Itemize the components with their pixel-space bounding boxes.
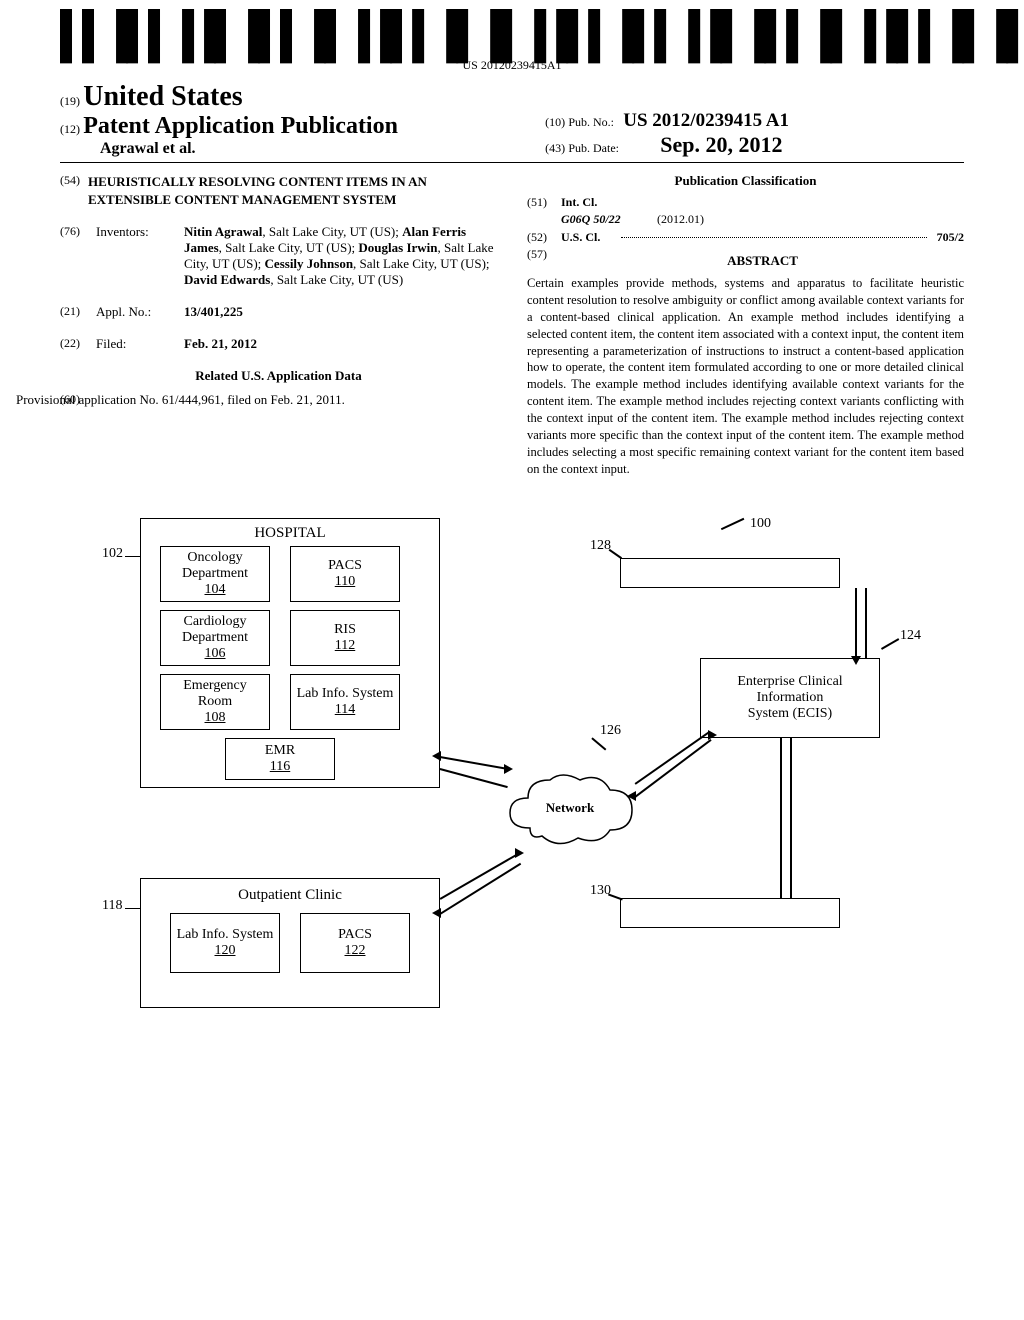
diagram: HOSPITAL Oncology Department 104 PACS 11…	[60, 508, 964, 1058]
er-box: Emergency Room 108	[160, 674, 270, 730]
lab2-label: Lab Info. System	[177, 927, 274, 943]
barcode-graphic: ▌▌▐▌▌▐▐▌▐▌▌▐▌▐▐▌▌▐▌▐▌▐▐▌▌▐▌▌▐▐▌▐▌▌▐▌▐▐▌▌…	[60, 16, 1024, 59]
ris-num: 112	[335, 638, 355, 654]
inventors-value: Nitin Agrawal, Salt Lake City, UT (US); …	[184, 224, 497, 288]
applno-value: 13/401,225	[184, 304, 497, 320]
ris-box: RIS 112	[290, 610, 400, 666]
inventors-num: (76)	[60, 224, 88, 288]
oncology-box: Oncology Department 104	[160, 546, 270, 602]
network-label: Network	[500, 800, 640, 816]
uscls-label: U.S. Cl.	[561, 230, 611, 245]
emr-label: EMR	[265, 743, 295, 759]
ecis-line3: System (ECIS)	[748, 706, 832, 722]
abstract-heading: ABSTRACT	[561, 253, 964, 269]
pub-no-label: Pub. No.:	[568, 115, 614, 129]
pub-date-prefix: (43)	[545, 141, 565, 155]
header-row: (19) United States (12) Patent Applicati…	[60, 81, 964, 163]
intcl-code: G06Q 50/22	[561, 212, 651, 227]
publication-type: Patent Application Publication	[83, 113, 398, 139]
title-text: HEURISTICALLY RESOLVING CONTENT ITEMS IN…	[88, 173, 497, 208]
intcl-label: Int. Cl.	[561, 195, 611, 210]
lab2-num: 120	[215, 943, 236, 959]
barcode-block: ▌▌▐▌▌▐▐▌▐▌▌▐▌▐▐▌▌▐▌▐▌▐▐▌▌▐▌▌▐▐▌▐▌▌▐▌▐▐▌▌…	[60, 20, 964, 73]
ecis-box: Enterprise Clinical Information System (…	[700, 658, 880, 738]
related-text: Provisional application No. 61/444,961, …	[16, 392, 497, 408]
ref-128: 128	[590, 538, 611, 554]
ref-100: 100	[750, 516, 771, 532]
cardiology-num: 106	[205, 646, 226, 662]
lab2-box: Lab Info. System 120	[170, 913, 280, 973]
bottom-empty-box	[620, 898, 840, 928]
outpatient-label: Outpatient Clinic	[145, 887, 435, 904]
top-empty-box	[620, 558, 840, 588]
pub-date-label: Pub. Date:	[568, 141, 619, 155]
prefix-12: (12)	[60, 122, 80, 136]
oncology-num: 104	[205, 582, 226, 598]
classification-heading: Publication Classification	[527, 173, 964, 189]
emr-num: 116	[270, 759, 290, 775]
hospital-label: HOSPITAL	[145, 525, 435, 542]
pacs2-box: PACS 122	[300, 913, 410, 973]
inventors-label: Inventors:	[96, 224, 176, 288]
abstract-text: Certain examples provide methods, system…	[527, 275, 964, 478]
pacs-num: 110	[335, 574, 355, 590]
oncology-label: Oncology Department	[165, 550, 265, 582]
intcl-num: (51)	[527, 195, 555, 210]
info-row: (54) HEURISTICALLY RESOLVING CONTENT ITE…	[60, 173, 964, 478]
abstract-num: (57)	[527, 247, 555, 275]
prefix-19: (19)	[60, 94, 80, 108]
ref-102: 102	[102, 546, 123, 562]
ref-130: 130	[590, 883, 611, 899]
left-column: (54) HEURISTICALLY RESOLVING CONTENT ITE…	[60, 173, 497, 478]
pacs2-label: PACS	[338, 927, 372, 943]
pacs-label: PACS	[328, 558, 362, 574]
pub-date-value: Sep. 20, 2012	[660, 132, 782, 157]
country: United States	[83, 81, 242, 112]
uscls-value: 705/2	[937, 230, 964, 245]
filed-label: Filed:	[96, 336, 176, 352]
ref-124: 124	[900, 628, 921, 644]
lab-num: 114	[335, 702, 355, 718]
pub-no-prefix: (10)	[545, 115, 565, 129]
pub-no-value: US 2012/0239415 A1	[623, 110, 789, 131]
emr-box: EMR 116	[225, 738, 335, 780]
ris-label: RIS	[334, 622, 356, 638]
ecis-line1: Enterprise Clinical	[737, 674, 842, 690]
network-cloud: Network	[500, 768, 640, 853]
uscls-dots	[621, 226, 927, 238]
lab-box: Lab Info. System 114	[290, 674, 400, 730]
intcl-year: (2012.01)	[657, 212, 704, 227]
pacs2-num: 122	[345, 943, 366, 959]
header-authors: Agrawal et al.	[60, 140, 545, 158]
ecis-line2: Information	[757, 690, 824, 706]
applno-num: (21)	[60, 304, 88, 320]
right-column: Publication Classification (51) Int. Cl.…	[527, 173, 964, 478]
uscls-num: (52)	[527, 230, 555, 245]
related-heading: Related U.S. Application Data	[60, 368, 497, 384]
ref-126: 126	[600, 723, 621, 739]
lab-label: Lab Info. System	[297, 686, 394, 702]
cardiology-box: Cardiology Department 106	[160, 610, 270, 666]
er-label: Emergency Room	[165, 678, 265, 710]
filed-value: Feb. 21, 2012	[184, 336, 497, 352]
filed-num: (22)	[60, 336, 88, 352]
cardiology-label: Cardiology Department	[165, 614, 265, 646]
er-num: 108	[205, 710, 226, 726]
ref-118: 118	[102, 898, 122, 914]
pacs-box: PACS 110	[290, 546, 400, 602]
applno-label: Appl. No.:	[96, 304, 176, 320]
title-num: (54)	[60, 173, 80, 208]
